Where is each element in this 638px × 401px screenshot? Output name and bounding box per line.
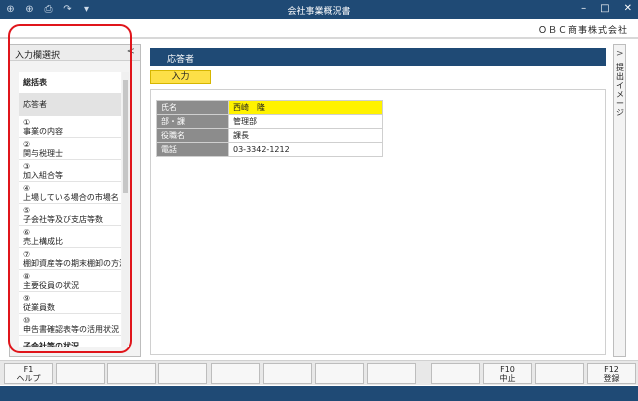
function-key-button[interactable] bbox=[263, 363, 312, 384]
section-list: 総括表 応答者 ① 事業の内容 ② 関与税理士 ③ 加入組合等 ④ 上場している場合の市… bbox=[19, 72, 121, 347]
list-item[interactable]: ⑩ 申告書確認表等の活用状況 bbox=[19, 314, 121, 336]
preview-panel-toggle[interactable]: > 提出イメージ bbox=[613, 44, 626, 357]
list-item[interactable]: 総括表 bbox=[19, 72, 121, 94]
scrollbar-thumb[interactable] bbox=[123, 80, 128, 193]
minimize-button[interactable]: – bbox=[581, 2, 586, 16]
function-key-button[interactable] bbox=[535, 363, 584, 384]
company-name: ＯＢＣ商事株式会社 bbox=[537, 26, 628, 36]
f10-cancel-button[interactable]: F10 中止 bbox=[483, 363, 532, 384]
list-item[interactable]: 子会社等の状況 bbox=[19, 336, 121, 347]
table-row: 役職名 課長 bbox=[156, 128, 383, 143]
function-key-button[interactable] bbox=[107, 363, 156, 384]
field-label: 氏名 bbox=[156, 100, 229, 115]
table-row: 氏名 西崎 隆 bbox=[156, 100, 383, 115]
function-key-button[interactable] bbox=[367, 363, 416, 384]
list-item[interactable]: 応答者 bbox=[19, 94, 121, 116]
list-item[interactable]: ⑨ 従業員数 bbox=[19, 292, 121, 314]
function-key-button[interactable] bbox=[56, 363, 105, 384]
section-header: 応答者 bbox=[150, 48, 606, 66]
input-button[interactable]: 入力 bbox=[150, 70, 211, 84]
function-key-button[interactable] bbox=[315, 363, 364, 384]
f12-register-button[interactable]: F12 登録 bbox=[587, 363, 636, 384]
list-item[interactable]: ④ 上場している場合の市場名 bbox=[19, 182, 121, 204]
list-item[interactable]: ② 関与税理士 bbox=[19, 138, 121, 160]
function-key-button[interactable] bbox=[211, 363, 260, 384]
list-item[interactable]: ⑧ 主要役員の状況 bbox=[19, 270, 121, 292]
phone-field[interactable]: 03-3342-1212 bbox=[228, 142, 383, 157]
list-item[interactable]: ① 事業の内容 bbox=[19, 116, 121, 138]
department-field[interactable]: 管理部 bbox=[228, 114, 383, 129]
list-item[interactable]: ③ 加入組合等 bbox=[19, 160, 121, 182]
table-row: 電話 03-3342-1212 bbox=[156, 142, 383, 157]
list-item[interactable]: ⑥ 売上構成比 bbox=[19, 226, 121, 248]
table-row: 部・課 管理部 bbox=[156, 114, 383, 129]
name-field[interactable]: 西崎 隆 bbox=[228, 100, 383, 115]
list-item[interactable]: ⑦ 棚卸資産等の期末棚卸の方法 bbox=[19, 248, 121, 270]
list-item[interactable]: ⑤ 子会社等及び支店等数 bbox=[19, 204, 121, 226]
function-key-button[interactable] bbox=[158, 363, 207, 384]
title-bar: ⊕ ⊕ ⎙ ↷ ▾ 会社事業概況書 – □ ✕ bbox=[0, 0, 638, 19]
section-title: 応答者 bbox=[167, 55, 195, 65]
chevron-right-icon: > bbox=[616, 49, 624, 59]
status-bar bbox=[0, 386, 638, 401]
f1-help-button[interactable]: F1 ヘルプ bbox=[4, 363, 53, 384]
respondent-table: 氏名 西崎 隆 部・課 管理部 役職名 課長 電話 03-3342-1212 bbox=[156, 100, 383, 157]
preview-label: 提出イメージ bbox=[616, 63, 624, 117]
field-label: 電話 bbox=[156, 142, 229, 157]
field-label: 役職名 bbox=[156, 128, 229, 143]
window-title: 会社事業概況書 bbox=[287, 7, 351, 17]
function-key-button[interactable] bbox=[431, 363, 480, 384]
maximize-button[interactable]: □ bbox=[600, 2, 609, 16]
position-field[interactable]: 課長 bbox=[228, 128, 383, 143]
field-label: 部・課 bbox=[156, 114, 229, 129]
close-button[interactable]: ✕ bbox=[624, 2, 632, 16]
